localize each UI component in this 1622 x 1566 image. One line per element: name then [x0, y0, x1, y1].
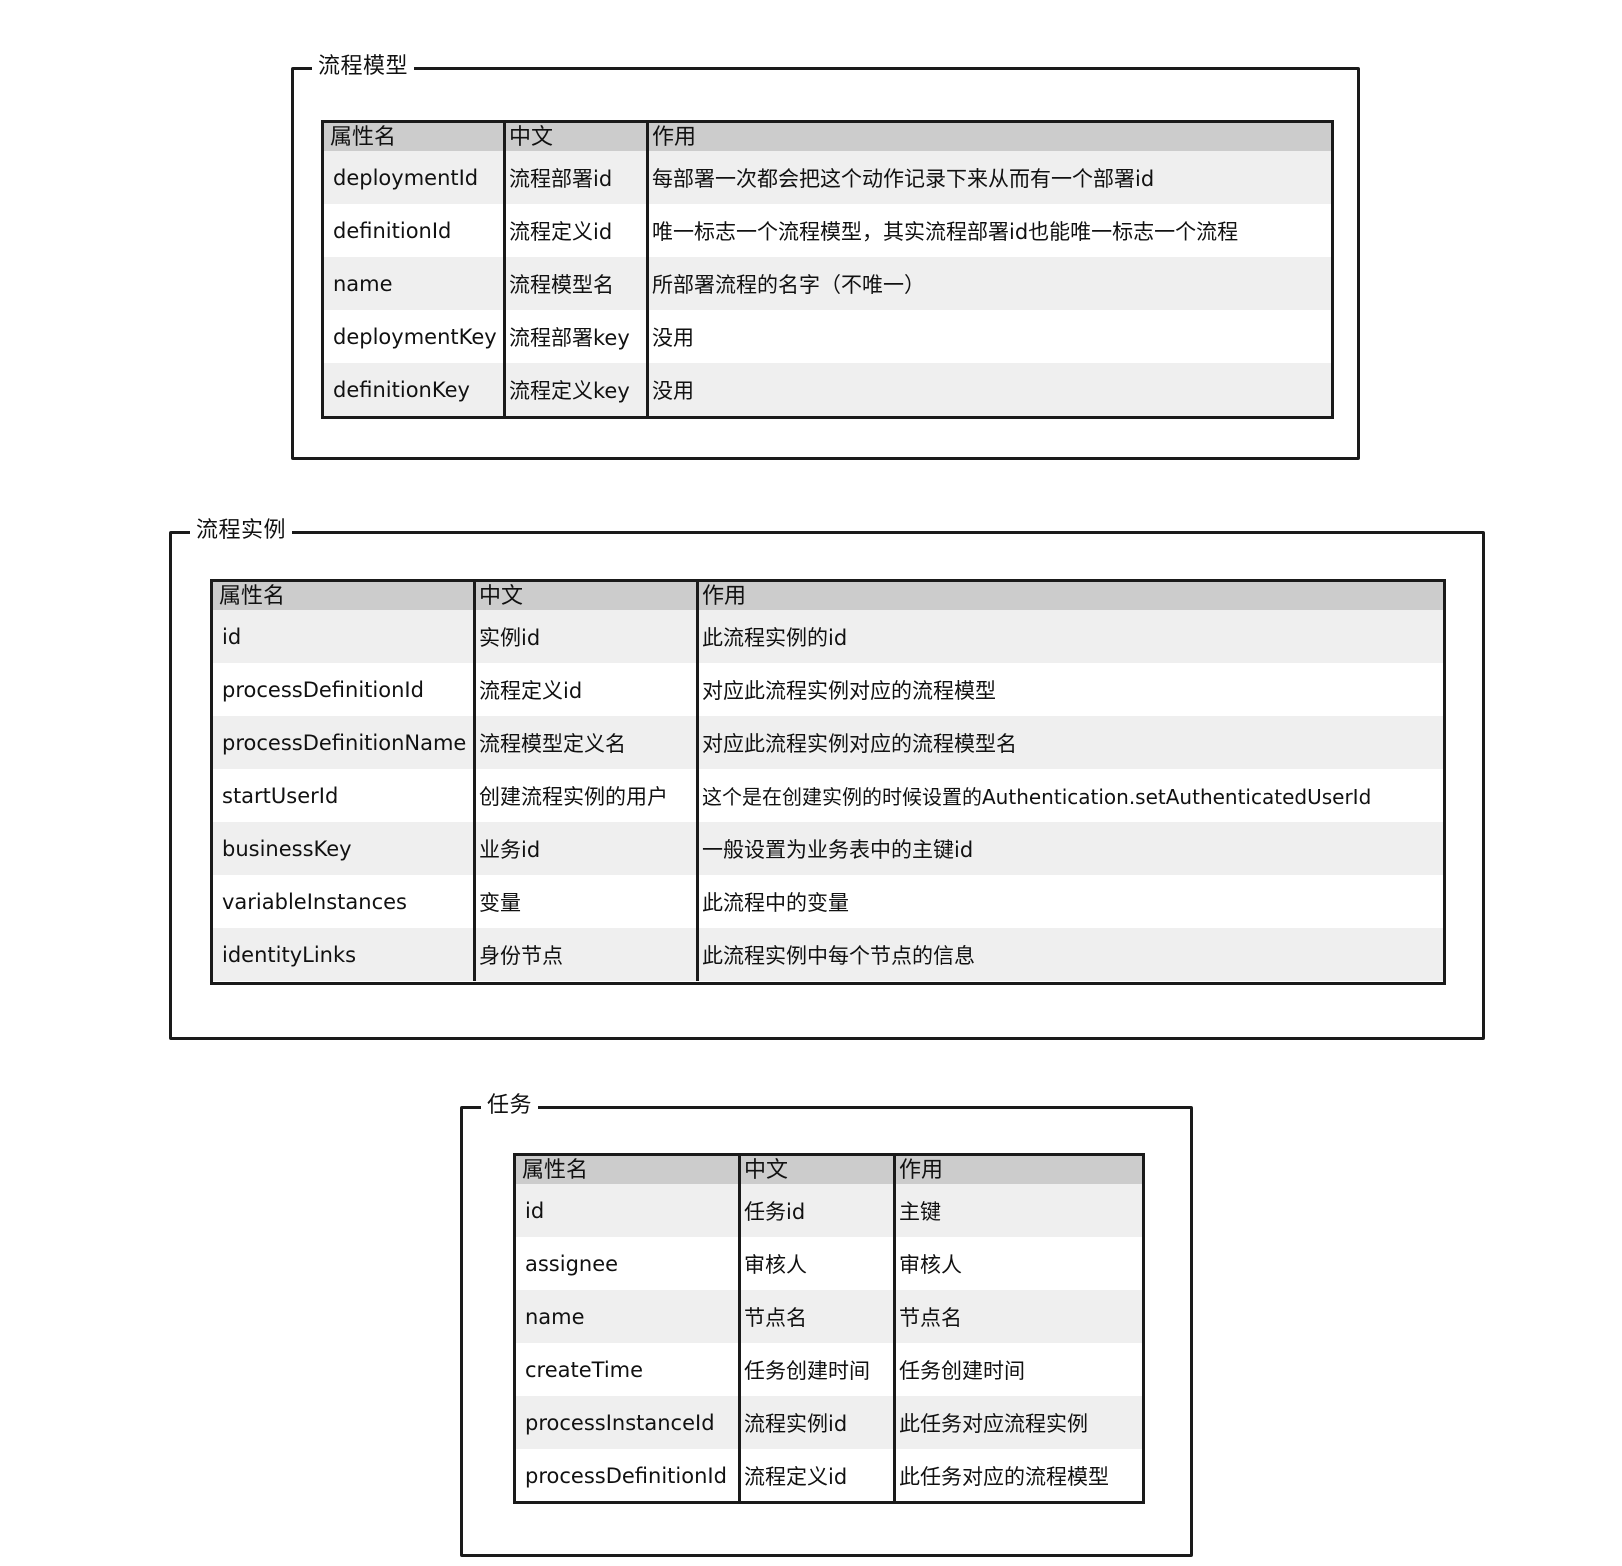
attr-cell: processDefinitionName	[222, 730, 467, 755]
purpose-cell: 唯一标志一个流程模型，其实流程部署id也能唯一标志一个流程	[646, 204, 1331, 257]
attr-cell: variableInstances	[222, 889, 407, 914]
purpose-cell: 对应此流程实例对应的流程模型名	[696, 716, 1443, 769]
purpose-cell: 此任务对应的流程模型	[893, 1449, 1142, 1501]
header-chinese: 中文	[503, 123, 646, 151]
chinese-cell: 流程部署id	[503, 151, 646, 204]
chinese-cell: 身份节点	[473, 928, 696, 981]
header-attr: 属性名	[330, 125, 397, 150]
attr-cell: assignee	[525, 1251, 619, 1276]
chinese-cell: 变量	[473, 875, 696, 928]
attr-cell: processInstanceId	[525, 1410, 715, 1435]
table-header-row: 属性名 中文 作用	[213, 582, 1443, 610]
purpose-cell: 主键	[893, 1184, 1142, 1237]
process-model-table: 属性名 中文 作用 deploymentId 流程部署id 每部署一次都会把这个…	[321, 120, 1334, 419]
header-attr: 属性名	[522, 1158, 589, 1183]
group-title: 流程模型	[312, 50, 415, 84]
table-row: startUserId 创建流程实例的用户 这个是在创建实例的时候设置的Auth…	[213, 769, 1443, 822]
purpose-cell: 任务创建时间	[893, 1343, 1142, 1396]
attr-cell: id	[525, 1198, 545, 1223]
table-row: id 任务id 主键	[516, 1184, 1142, 1237]
purpose-cell: 没用	[646, 363, 1331, 416]
attr-cell: businessKey	[222, 836, 352, 861]
process-instance-table: 属性名 中文 作用 id 实例id 此流程实例的id processDefini…	[210, 579, 1446, 985]
chinese-cell: 流程模型定义名	[473, 716, 696, 769]
attr-cell: deploymentKey	[333, 324, 497, 349]
table-row: deploymentKey 流程部署key 没用	[324, 310, 1331, 363]
table-row: processDefinitionId 流程定义id 对应此流程实例对应的流程模…	[213, 663, 1443, 716]
process-instance-group: 流程实例 属性名 中文 作用 id 实例id 此流程实例的id processD…	[169, 514, 1485, 1040]
table-row: definitionKey 流程定义key 没用	[324, 363, 1331, 416]
chinese-cell: 流程定义id	[738, 1449, 893, 1501]
table-row: processInstanceId 流程实例id 此任务对应流程实例	[516, 1396, 1142, 1449]
group-title: 流程实例	[190, 514, 293, 548]
attr-cell: processDefinitionId	[525, 1463, 727, 1488]
table-row: name 流程模型名 所部署流程的名字（不唯一）	[324, 257, 1331, 310]
header-purpose: 作用	[893, 1156, 1142, 1184]
table-header-row: 属性名 中文 作用	[324, 123, 1331, 151]
chinese-cell: 流程定义key	[503, 363, 646, 416]
table-row: name 节点名 节点名	[516, 1290, 1142, 1343]
chinese-cell: 业务id	[473, 822, 696, 875]
attr-cell: definitionKey	[333, 377, 470, 402]
chinese-cell: 任务创建时间	[738, 1343, 893, 1396]
purpose-cell: 此流程实例的id	[696, 610, 1443, 663]
purpose-cell: 每部署一次都会把这个动作记录下来从而有一个部署id	[646, 151, 1331, 204]
purpose-cell: 节点名	[893, 1290, 1142, 1343]
attr-cell: definitionId	[333, 218, 452, 243]
attr-cell: id	[222, 624, 242, 649]
process-model-group: 流程模型 属性名 中文 作用 deploymentId 流程部署id 每部署一次…	[291, 50, 1360, 460]
chinese-cell: 流程部署key	[503, 310, 646, 363]
table-row: createTime 任务创建时间 任务创建时间	[516, 1343, 1142, 1396]
table-header-row: 属性名 中文 作用	[516, 1156, 1142, 1184]
table-row: definitionId 流程定义id 唯一标志一个流程模型，其实流程部署id也…	[324, 204, 1331, 257]
purpose-cell: 此任务对应流程实例	[893, 1396, 1142, 1449]
header-attr: 属性名	[219, 584, 286, 609]
purpose-cell: 对应此流程实例对应的流程模型	[696, 663, 1443, 716]
table-row: processDefinitionName 流程模型定义名 对应此流程实例对应的…	[213, 716, 1443, 769]
purpose-cell: 这个是在创建实例的时候设置的Authentication.setAuthenti…	[696, 769, 1443, 822]
table-row: processDefinitionId 流程定义id 此任务对应的流程模型	[516, 1449, 1142, 1501]
table-row: assignee 审核人 审核人	[516, 1237, 1142, 1290]
chinese-cell: 实例id	[473, 610, 696, 663]
purpose-cell: 所部署流程的名字（不唯一）	[646, 257, 1331, 310]
chinese-cell: 审核人	[738, 1237, 893, 1290]
purpose-cell: 一般设置为业务表中的主键id	[696, 822, 1443, 875]
attr-cell: startUserId	[222, 783, 339, 808]
header-chinese: 中文	[738, 1156, 893, 1184]
purpose-cell: 没用	[646, 310, 1331, 363]
attr-cell: processDefinitionId	[222, 677, 424, 702]
table-row: businessKey 业务id 一般设置为业务表中的主键id	[213, 822, 1443, 875]
header-purpose: 作用	[646, 123, 1331, 151]
chinese-cell: 流程定义id	[503, 204, 646, 257]
attr-cell: name	[525, 1304, 585, 1329]
attr-cell: createTime	[525, 1357, 644, 1382]
table-row: variableInstances 变量 此流程中的变量	[213, 875, 1443, 928]
chinese-cell: 流程模型名	[503, 257, 646, 310]
attr-cell: identityLinks	[222, 942, 357, 967]
table-row: identityLinks 身份节点 此流程实例中每个节点的信息	[213, 928, 1443, 981]
group-title: 任务	[481, 1089, 539, 1123]
attr-cell: name	[333, 271, 393, 296]
purpose-cell: 此流程实例中每个节点的信息	[696, 928, 1443, 981]
chinese-cell: 流程实例id	[738, 1396, 893, 1449]
header-purpose: 作用	[696, 582, 1443, 610]
attr-cell: deploymentId	[333, 165, 479, 190]
purpose-cell: 审核人	[893, 1237, 1142, 1290]
table-row: deploymentId 流程部署id 每部署一次都会把这个动作记录下来从而有一…	[324, 151, 1331, 204]
chinese-cell: 创建流程实例的用户	[473, 769, 696, 822]
task-group: 任务 属性名 中文 作用 id 任务id 主键 assignee 审核人 审核人…	[460, 1089, 1193, 1557]
table-row: id 实例id 此流程实例的id	[213, 610, 1443, 663]
chinese-cell: 流程定义id	[473, 663, 696, 716]
purpose-cell: 此流程中的变量	[696, 875, 1443, 928]
task-table: 属性名 中文 作用 id 任务id 主键 assignee 审核人 审核人 na…	[513, 1153, 1145, 1504]
header-chinese: 中文	[473, 582, 696, 610]
chinese-cell: 任务id	[738, 1184, 893, 1237]
chinese-cell: 节点名	[738, 1290, 893, 1343]
